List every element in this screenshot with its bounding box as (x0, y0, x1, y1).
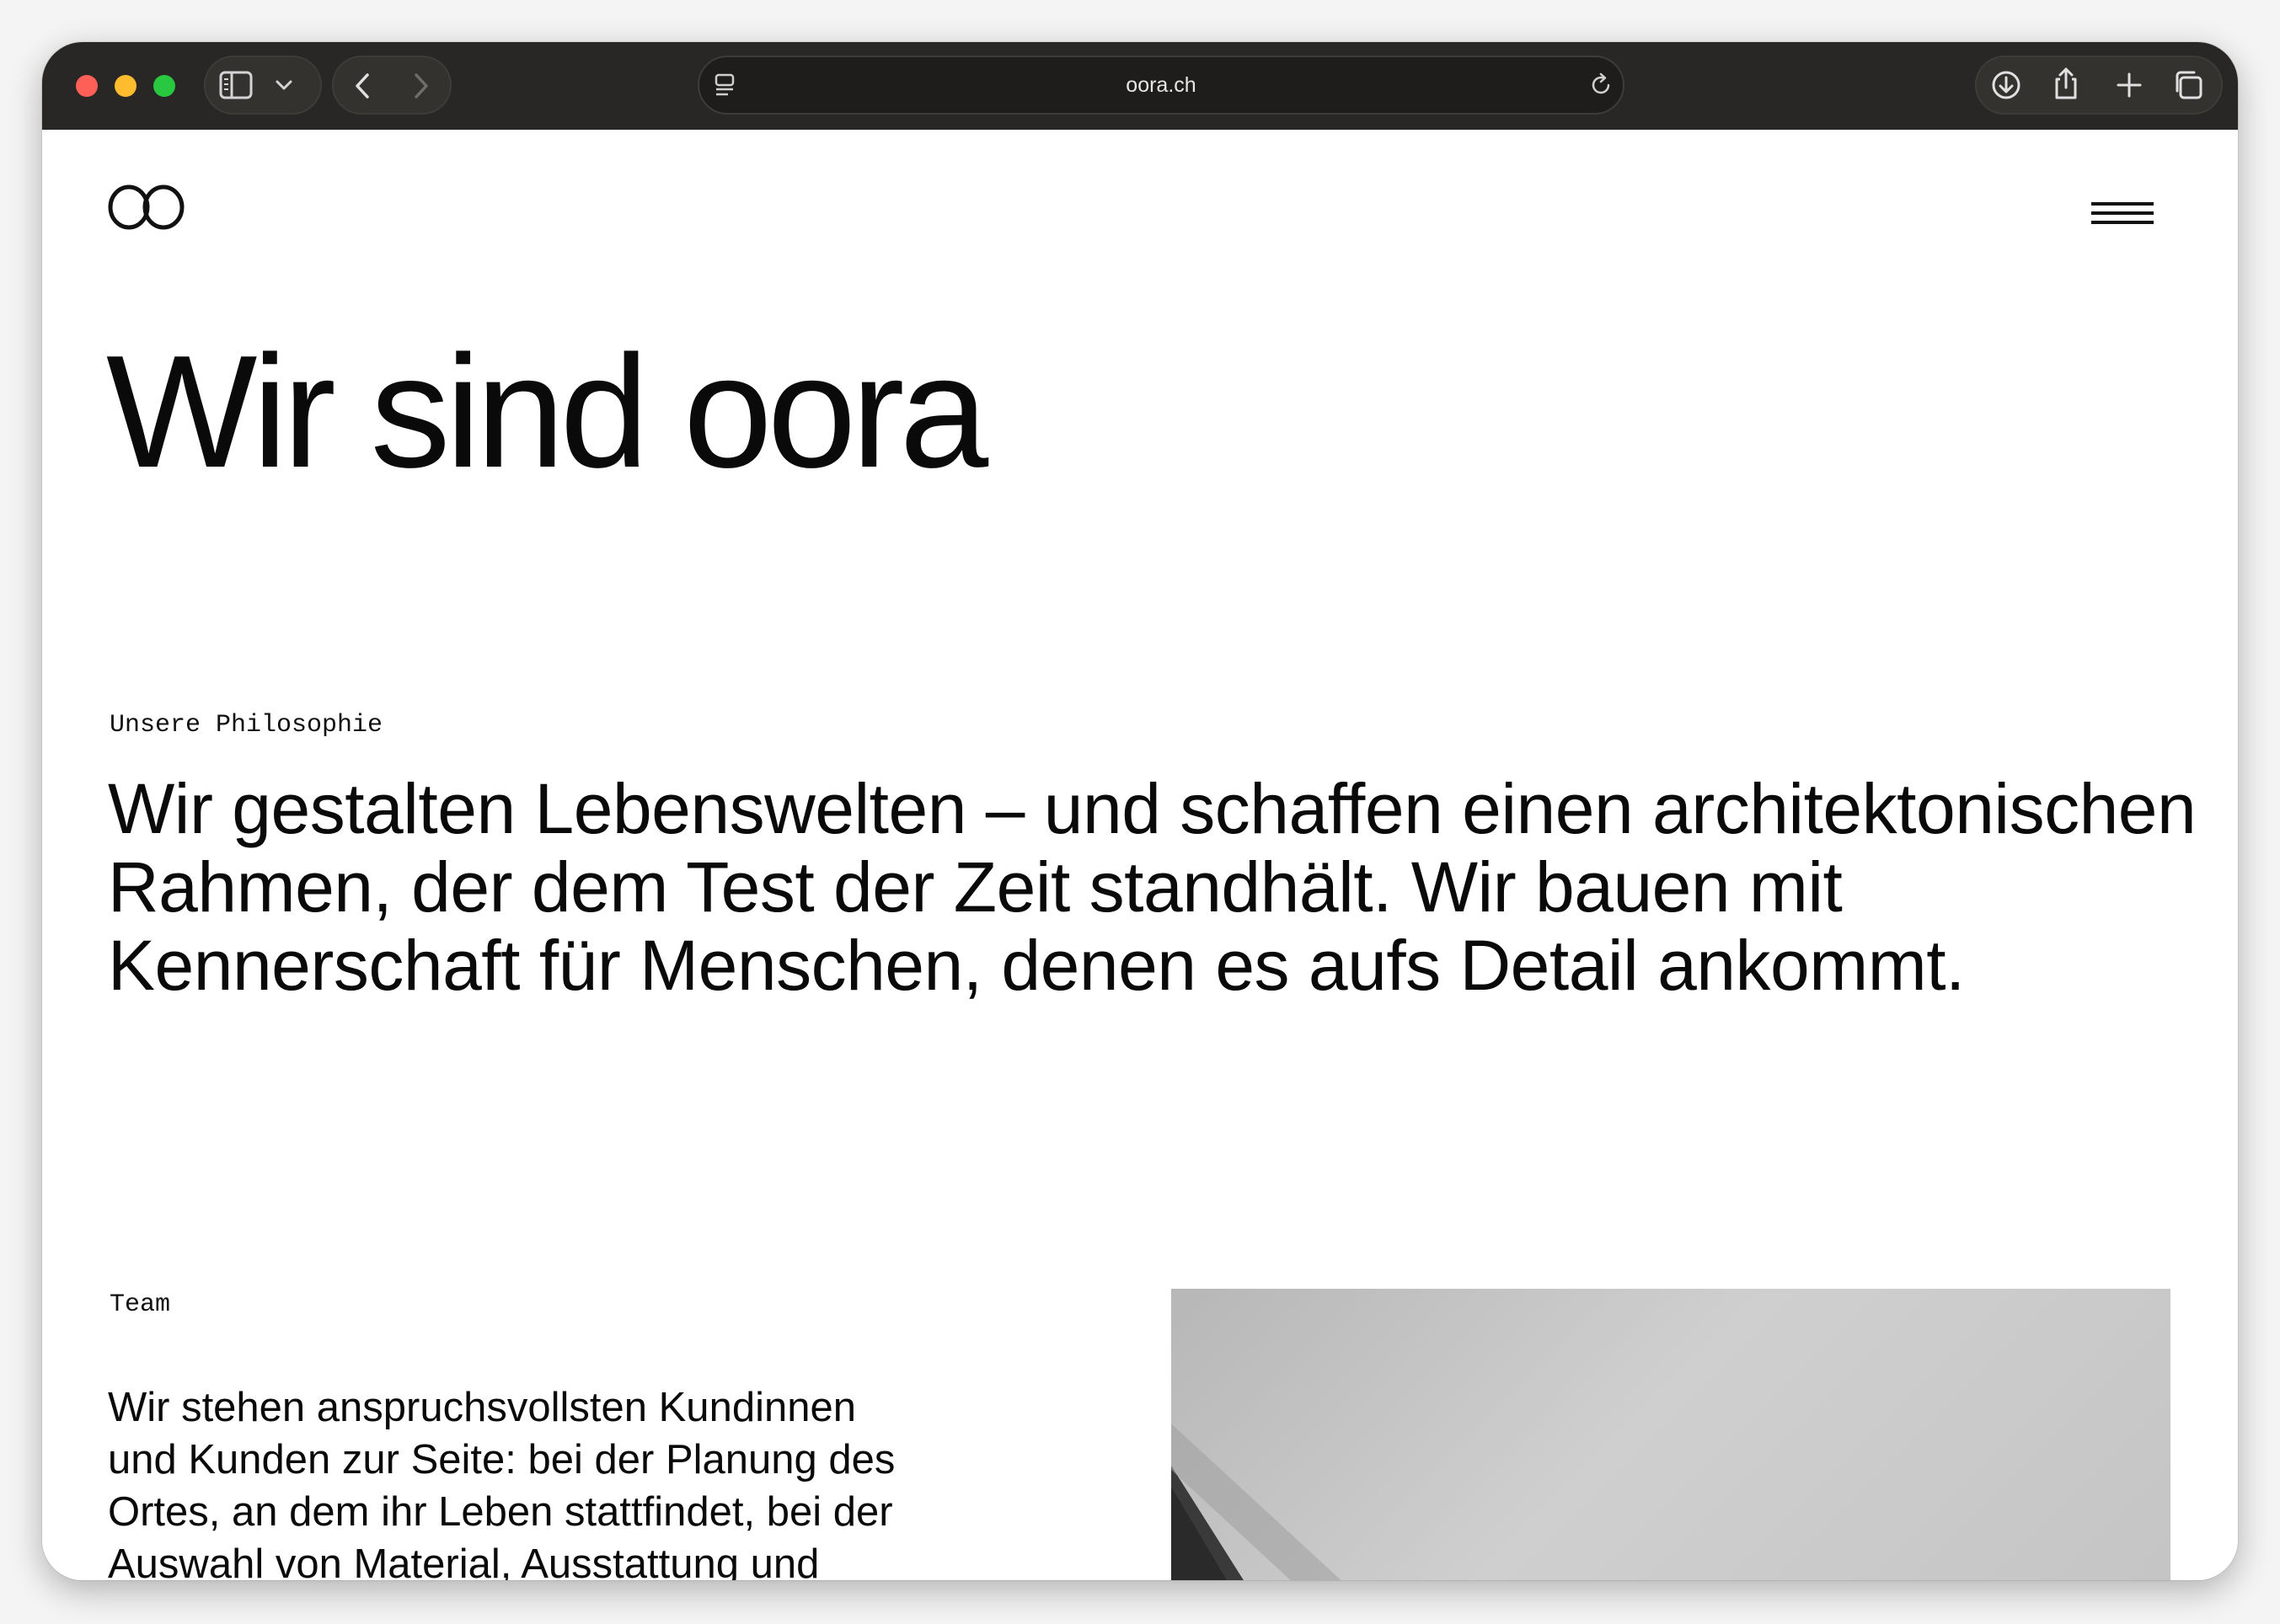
hamburger-menu-icon[interactable] (2091, 202, 2154, 229)
philosophy-label: Unsere Philosophie (110, 711, 383, 740)
close-window-button[interactable] (76, 75, 98, 97)
minimize-window-button[interactable] (115, 75, 136, 97)
address-bar[interactable]: oora.ch (698, 56, 1624, 115)
browser-toolbar: oora.ch (42, 42, 2238, 130)
reload-icon[interactable] (1589, 72, 1614, 98)
browser-window: oora.ch Wir sind oora Unsere Philosophie… (42, 42, 2238, 1580)
forward-arrow-icon[interactable] (408, 71, 433, 101)
hero-title: Wir sind oora (106, 323, 988, 501)
chevron-down-icon[interactable] (275, 77, 293, 93)
sidebar-toggle-group (204, 56, 322, 115)
team-label: Team (110, 1290, 171, 1319)
philosophy-text: Wir gestalten Lebenswelten – und schaffe… (108, 769, 2197, 1005)
back-arrow-icon[interactable] (351, 71, 376, 101)
web-page: Wir sind oora Unsere Philosophie Wir ges… (42, 130, 2238, 1580)
team-photo (1171, 1289, 2170, 1580)
share-icon[interactable] (2051, 66, 2081, 101)
url-text: oora.ch (1126, 73, 1196, 97)
sidebar-icon[interactable] (219, 71, 253, 99)
plus-icon[interactable] (2115, 71, 2144, 99)
zoom-window-button[interactable] (153, 75, 175, 97)
team-text: Wir stehen anspruchsvollsten Kundinnen u… (108, 1385, 896, 1580)
oora-logo-icon[interactable] (108, 184, 185, 235)
toolbar-actions-group (1975, 56, 2223, 115)
tabs-overview-icon[interactable] (2172, 69, 2204, 101)
download-icon[interactable] (1990, 69, 2022, 101)
navigation-group (332, 56, 452, 115)
